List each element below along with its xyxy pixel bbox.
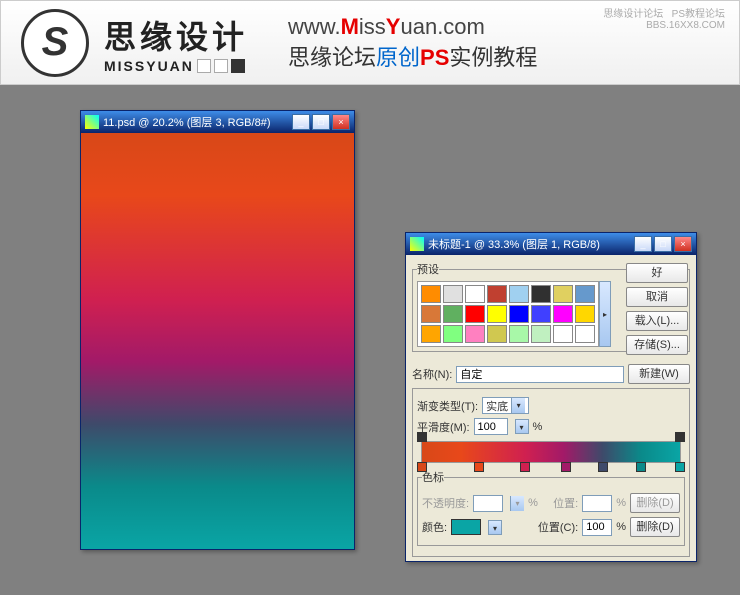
brand-main: 思缘设计 [104, 12, 248, 58]
location-input [582, 495, 612, 512]
tagline: 思缘论坛原创PS实例教程 [288, 40, 537, 72]
preset-legend: 预设 [417, 261, 439, 277]
preset-swatch[interactable] [553, 305, 573, 323]
color-stop[interactable] [561, 462, 571, 472]
name-input[interactable] [456, 366, 624, 383]
preset-swatch[interactable] [421, 285, 441, 303]
ok-button[interactable]: 好 [626, 263, 688, 283]
color-stop[interactable] [520, 462, 530, 472]
location-c-input[interactable] [582, 519, 612, 536]
close-button[interactable]: × [332, 114, 350, 130]
document-window-1: 11.psd @ 20.2% (图层 3, RGB/8#) _ □ × [80, 110, 355, 550]
app-icon [410, 237, 424, 251]
preset-swatch[interactable] [487, 325, 507, 343]
load-button[interactable]: 载入(L)... [626, 311, 688, 331]
preset-swatch[interactable] [553, 285, 573, 303]
save-button[interactable]: 存储(S)... [626, 335, 688, 355]
gradient-settings: 渐变类型(T): 实底 ▾ 平滑度(M): ▾ % 色标 不透明度: ▾ [412, 388, 690, 557]
cancel-button[interactable]: 取消 [626, 287, 688, 307]
preset-swatch[interactable] [443, 325, 463, 343]
color-stop[interactable] [474, 462, 484, 472]
preset-swatch[interactable] [465, 325, 485, 343]
type-dropdown[interactable]: 实底 ▾ [482, 397, 529, 414]
preset-swatch[interactable] [509, 325, 529, 343]
stops-fieldset: 色标 不透明度: ▾ % 位置: % 删除(D) 颜色: ▾ [417, 469, 685, 546]
window-title: 11.psd @ 20.2% (图层 3, RGB/8#) [103, 114, 292, 130]
smooth-input[interactable] [474, 418, 508, 435]
preset-swatch[interactable] [421, 305, 441, 323]
preset-swatch[interactable] [531, 325, 551, 343]
color-stop[interactable] [675, 462, 685, 472]
color-label: 颜色: [422, 519, 447, 535]
preset-swatch[interactable] [575, 285, 595, 303]
app-icon [85, 115, 99, 129]
maximize-button[interactable]: □ [312, 114, 330, 130]
opacity-stop[interactable] [675, 432, 685, 442]
delete-color-button[interactable]: 删除(D) [630, 517, 680, 537]
opacity-stop[interactable] [417, 432, 427, 442]
close-button[interactable]: × [674, 236, 692, 252]
opacity-label: 不透明度: [422, 495, 469, 511]
chevron-down-icon[interactable]: ▾ [515, 419, 529, 434]
window-title: 未标题-1 @ 33.3% (图层 1, RGB/8) [428, 236, 634, 252]
name-label: 名称(N): [412, 366, 452, 382]
color-stop[interactable] [417, 462, 427, 472]
location-c-label: 位置(C): [538, 519, 578, 535]
minimize-button[interactable]: _ [634, 236, 652, 252]
chevron-down-icon: ▾ [511, 398, 525, 413]
watermark: 思缘设计论坛 PS教程论坛 BBS.16XX8.COM [603, 5, 725, 31]
gradient-editor-window: 未标题-1 @ 33.3% (图层 1, RGB/8) _ □ × 预设 ▸ 好… [405, 232, 697, 562]
preset-swatch[interactable] [509, 305, 529, 323]
preset-swatch[interactable] [575, 305, 595, 323]
preset-swatch[interactable] [531, 305, 551, 323]
chevron-down-icon[interactable]: ▾ [488, 520, 502, 535]
preset-menu-arrow[interactable]: ▸ [599, 281, 611, 347]
logo-glyph: S [42, 20, 69, 65]
color-swatch[interactable] [451, 519, 481, 535]
preset-swatch[interactable] [553, 325, 573, 343]
dialog-body: 预设 ▸ 好 取消 载入(L)... 存储(S)... 名称(N): 新建(W)… [406, 255, 696, 561]
brand-block: 思缘设计 MISSYUAN [104, 12, 248, 74]
preset-swatch[interactable] [443, 285, 463, 303]
logo-circle: S [21, 9, 89, 77]
url-text: www.MissYuan.com [288, 14, 537, 40]
preset-swatch[interactable] [531, 285, 551, 303]
maximize-button[interactable]: □ [654, 236, 672, 252]
delete-opacity-button: 删除(D) [630, 493, 680, 513]
preset-swatch[interactable] [465, 285, 485, 303]
brand-sub: MISSYUAN [104, 58, 248, 74]
color-stop[interactable] [598, 462, 608, 472]
square-icon [214, 59, 228, 73]
square-icon [231, 59, 245, 73]
opacity-input [473, 495, 503, 512]
preset-swatch[interactable] [421, 325, 441, 343]
new-button[interactable]: 新建(W) [628, 364, 690, 384]
color-stop[interactable] [636, 462, 646, 472]
canvas-gradient[interactable] [81, 133, 354, 549]
gradient-bar[interactable] [421, 441, 681, 463]
type-label: 渐变类型(T): [417, 398, 478, 414]
square-icon [197, 59, 211, 73]
titlebar[interactable]: 未标题-1 @ 33.3% (图层 1, RGB/8) _ □ × [406, 233, 696, 255]
titlebar[interactable]: 11.psd @ 20.2% (图层 3, RGB/8#) _ □ × [81, 111, 354, 133]
preset-swatch[interactable] [487, 305, 507, 323]
preset-swatches [417, 281, 599, 347]
preset-swatch[interactable] [443, 305, 463, 323]
chevron-down-icon: ▾ [510, 496, 524, 511]
minimize-button[interactable]: _ [292, 114, 310, 130]
preset-swatch[interactable] [575, 325, 595, 343]
preset-swatch[interactable] [487, 285, 507, 303]
location-label: 位置: [553, 495, 578, 511]
side-buttons: 好 取消 载入(L)... 存储(S)... [626, 263, 688, 359]
preset-swatch[interactable] [509, 285, 529, 303]
preset-swatch[interactable] [465, 305, 485, 323]
url-block: www.MissYuan.com 思缘论坛原创PS实例教程 [288, 14, 537, 72]
percent-label: % [533, 421, 543, 433]
